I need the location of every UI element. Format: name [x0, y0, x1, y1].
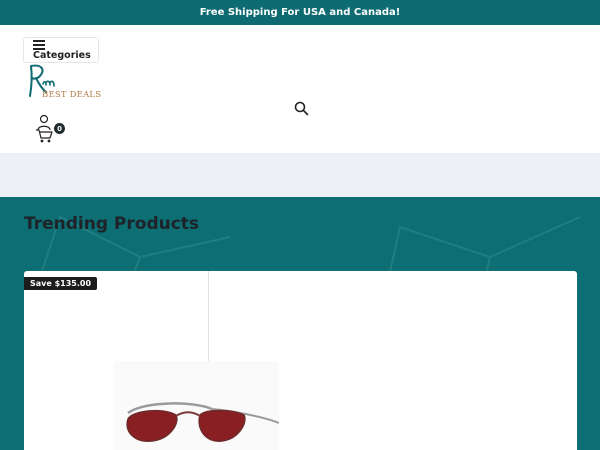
announcement-bar: Free Shipping For USA and Canada! — [0, 0, 600, 25]
trending-section: Trending Products Save $135.00 — [0, 197, 600, 450]
site-header: Categories BEST DEALS 0 — [0, 25, 600, 153]
product-card[interactable]: Save $135.00 — [24, 271, 577, 450]
site-logo[interactable]: BEST DEALS — [24, 62, 114, 107]
product-image[interactable] — [114, 361, 279, 450]
categories-button[interactable]: Categories — [23, 37, 99, 63]
menu-icon — [33, 40, 45, 50]
categories-label: Categories — [33, 50, 91, 61]
section-title: Trending Products — [24, 214, 200, 234]
save-badge: Save $135.00 — [24, 277, 98, 290]
logo-text: BEST DEALS — [42, 90, 102, 100]
cart-button[interactable]: 0 — [35, 114, 69, 144]
search-icon[interactable] — [294, 101, 309, 116]
cart-count-badge: 0 — [54, 123, 65, 134]
sub-header-strip — [0, 153, 600, 197]
announcement-text: Free Shipping For USA and Canada! — [199, 7, 401, 18]
